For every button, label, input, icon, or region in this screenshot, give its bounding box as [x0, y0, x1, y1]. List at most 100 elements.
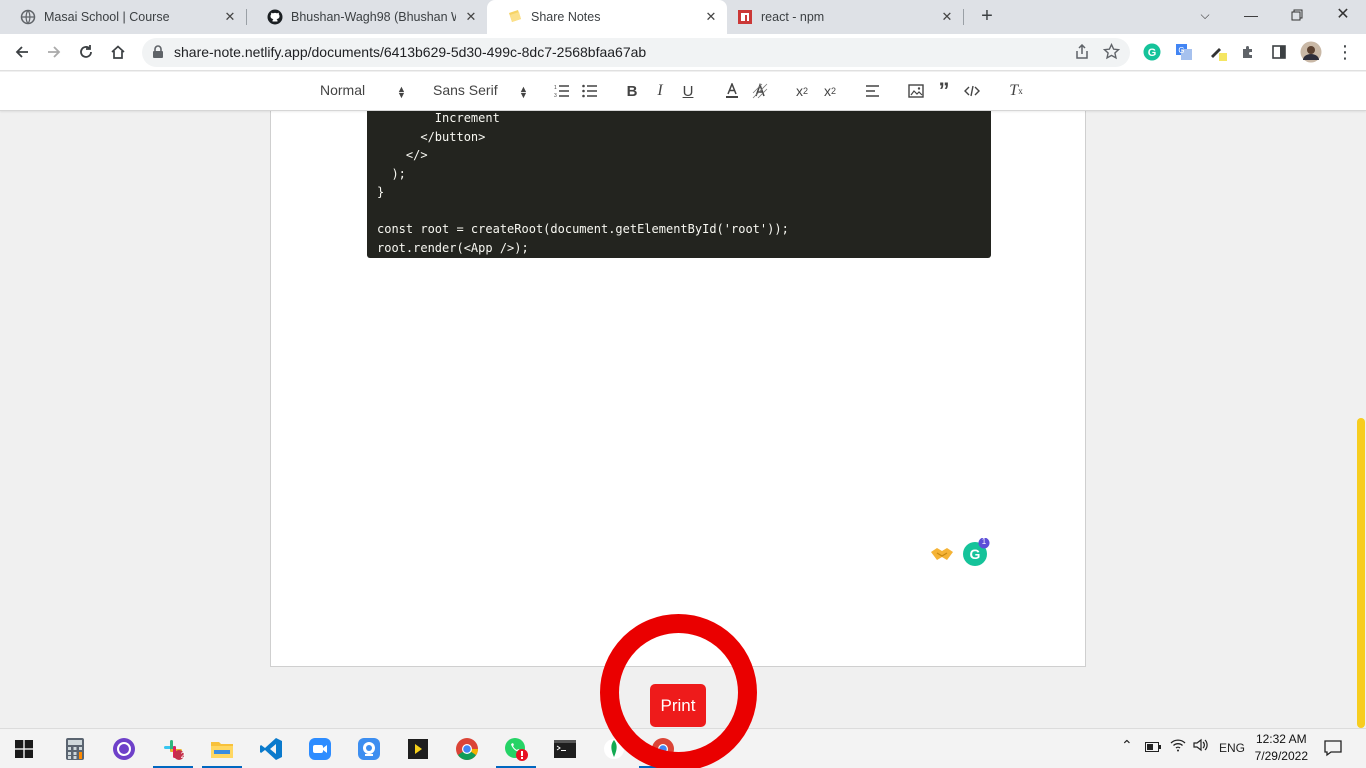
- terminal-icon[interactable]: [551, 735, 579, 763]
- slack-icon[interactable]: 2: [159, 735, 187, 763]
- calculator-icon[interactable]: [61, 735, 89, 763]
- volume-icon[interactable]: [1193, 738, 1209, 755]
- wifi-icon[interactable]: [1170, 738, 1186, 755]
- extensions-puzzle-icon[interactable]: [1237, 41, 1259, 63]
- address-bar[interactable]: share-note.netlify.app/documents/6413b62…: [142, 38, 1130, 67]
- close-tab-icon[interactable]: ✕: [939, 9, 955, 25]
- restore-icon[interactable]: [1274, 0, 1320, 30]
- chrome-active-icon[interactable]: [649, 735, 677, 763]
- image-icon[interactable]: [906, 81, 926, 101]
- new-tab-plus-icon[interactable]: +: [976, 6, 998, 28]
- text-color-icon[interactable]: [722, 81, 742, 101]
- bullet-list-icon[interactable]: [580, 81, 600, 101]
- close-tab-icon[interactable]: ✕: [703, 9, 719, 25]
- background-color-icon[interactable]: [750, 81, 770, 101]
- system-clock[interactable]: 12:32 AM 7/29/2022: [1255, 731, 1308, 765]
- windows-start-icon[interactable]: [10, 735, 38, 763]
- editor-toolbar: Normal ▲ ▼ Sans Serif ▲ ▼ 13 B I U x2 x2 ”: [0, 72, 1366, 111]
- profile-avatar[interactable]: [1300, 41, 1322, 63]
- bookmark-star-icon[interactable]: [1102, 42, 1121, 65]
- highlighter-extension-icon[interactable]: [1207, 41, 1229, 63]
- clock-date: 7/29/2022: [1254, 749, 1308, 763]
- note-icon: [507, 9, 523, 25]
- subscript-icon[interactable]: x2: [792, 81, 812, 101]
- clock-time: 12:32 AM: [1255, 732, 1307, 746]
- clear-format-icon[interactable]: Tx: [1006, 81, 1026, 101]
- slack-badge-count: 2: [180, 751, 186, 760]
- grammarly-widget-icon[interactable]: G 1: [961, 537, 991, 573]
- tab-search-chevron-icon[interactable]: ⌵: [1182, 0, 1228, 30]
- document-page[interactable]: Increment </button> </> ); } const root …: [270, 72, 1086, 667]
- code-block-icon[interactable]: [962, 81, 982, 101]
- close-tab-icon[interactable]: ✕: [222, 9, 238, 25]
- svg-text:1: 1: [554, 85, 557, 91]
- code-line: const root = createRoot(document.getElem…: [377, 222, 789, 236]
- share-icon[interactable]: [1074, 43, 1090, 65]
- bold-icon[interactable]: B: [622, 81, 642, 101]
- home-icon[interactable]: [106, 40, 130, 64]
- whatsapp-icon[interactable]: [502, 735, 530, 763]
- scrollbar-thumb[interactable]: [1357, 418, 1365, 728]
- url-text: share-note.netlify.app/documents/6413b62…: [174, 44, 647, 60]
- kebab-menu-icon[interactable]: ⋮: [1334, 41, 1356, 63]
- tab-title: react - npm: [761, 10, 825, 24]
- superscript-icon[interactable]: x2: [820, 81, 840, 101]
- blockquote-icon[interactable]: ”: [934, 78, 954, 103]
- file-explorer-icon[interactable]: [208, 735, 236, 763]
- battery-icon[interactable]: [1145, 741, 1161, 755]
- close-tab-icon[interactable]: ✕: [463, 9, 479, 25]
- select-arrows-icon: ▲ ▼: [397, 84, 406, 100]
- lock-icon: [152, 45, 164, 64]
- close-window-icon[interactable]: ✕: [1320, 0, 1366, 30]
- reload-icon[interactable]: [74, 40, 98, 64]
- media-player-icon[interactable]: [404, 735, 432, 763]
- italic-icon[interactable]: I: [650, 81, 670, 101]
- tab-title: Masai School | Course: [44, 10, 170, 24]
- code-block[interactable]: Increment </button> </> ); } const root …: [367, 103, 991, 258]
- notification-center-icon[interactable]: [1324, 739, 1342, 760]
- svg-text:G: G: [1148, 47, 1157, 59]
- browser-tab-strip: Masai School | Course ✕ Bhushan-Wagh98 (…: [0, 0, 1366, 34]
- tab-share-notes[interactable]: Share Notes ✕: [487, 0, 727, 34]
- zoom-icon[interactable]: [306, 735, 334, 763]
- grammarly-extension-icon[interactable]: G: [1141, 41, 1163, 63]
- github-desktop-icon[interactable]: [110, 735, 138, 763]
- code-line: }: [377, 185, 385, 199]
- grammarly-badge-count: 1: [981, 537, 987, 546]
- svg-text:G: G: [1178, 46, 1184, 55]
- vscode-icon[interactable]: [257, 735, 285, 763]
- tab-divider: [963, 9, 964, 25]
- heading-select-value: Normal: [320, 82, 366, 98]
- page-content: Normal ▲ ▼ Sans Serif ▲ ▼ 13 B I U x2 x2 ”: [0, 72, 1366, 728]
- translate-extension-icon[interactable]: G: [1173, 41, 1195, 63]
- side-panel-icon[interactable]: [1268, 41, 1290, 63]
- font-select[interactable]: Sans Serif ▲ ▼: [433, 82, 529, 100]
- tab-react-npm[interactable]: react - npm ✕: [727, 0, 963, 34]
- webcam-app-icon[interactable]: [355, 735, 383, 763]
- windows-taskbar: 2 ⌃ ENG 12:32 AM 7/29/2022: [0, 728, 1366, 768]
- forward-arrow-icon[interactable]: [42, 40, 66, 64]
- svg-text:3: 3: [554, 93, 557, 98]
- tab-title: Bhushan-Wagh98 (Bhushan Wag: [291, 10, 456, 24]
- minimize-icon[interactable]: —: [1228, 0, 1274, 30]
- github-icon: [267, 9, 283, 25]
- heading-select[interactable]: Normal ▲ ▼: [320, 82, 406, 100]
- align-icon[interactable]: [863, 81, 883, 101]
- svg-text:G: G: [970, 546, 981, 562]
- code-line: </>: [377, 148, 428, 162]
- tab-github[interactable]: Bhushan-Wagh98 (Bhushan Wag ✕: [247, 0, 487, 34]
- underline-icon[interactable]: U: [678, 81, 698, 101]
- mongodb-compass-icon[interactable]: [600, 735, 628, 763]
- language-indicator[interactable]: ENG: [1219, 741, 1245, 755]
- tab-masai-school[interactable]: Masai School | Course ✕: [0, 0, 246, 34]
- tray-overflow-chevron-icon[interactable]: ⌃: [1121, 737, 1133, 754]
- back-arrow-icon[interactable]: [10, 40, 34, 64]
- chrome-icon[interactable]: [453, 735, 481, 763]
- handshake-icon[interactable]: [930, 544, 954, 569]
- font-select-value: Sans Serif: [433, 82, 498, 98]
- print-button[interactable]: Print: [650, 684, 706, 727]
- tab-title: Share Notes: [531, 10, 601, 24]
- code-line: Increment: [377, 111, 500, 125]
- ordered-list-icon[interactable]: 13: [552, 81, 572, 101]
